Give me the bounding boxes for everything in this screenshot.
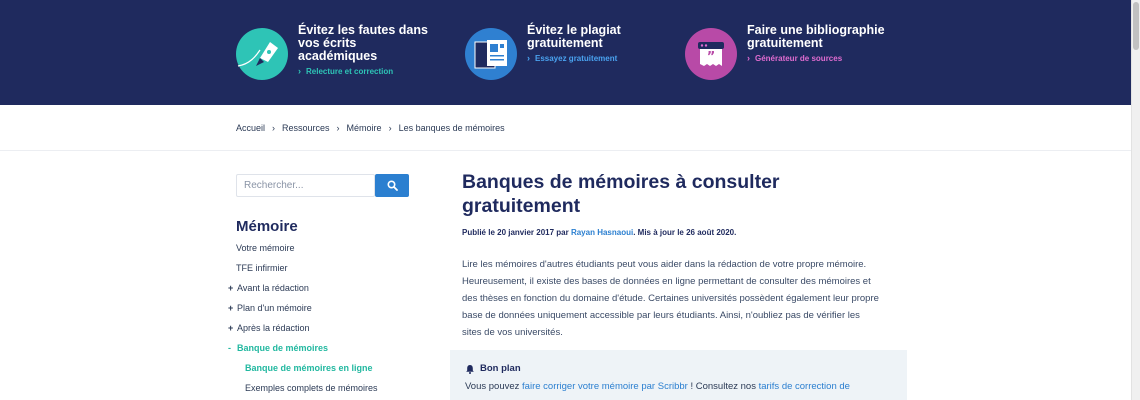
breadcrumb-item-resources[interactable]: Ressources — [282, 123, 330, 133]
chevron-right-icon: › — [747, 53, 750, 63]
correction-link[interactable]: faire corriger votre mémoire par Scribbr — [522, 381, 688, 392]
sidebar-item-plan-memoire[interactable]: + Plan d'un mémoire — [228, 303, 312, 313]
scrollbar-thumb[interactable] — [1133, 2, 1139, 50]
chevron-right-icon: › — [336, 123, 340, 133]
author-link[interactable]: Rayan Hasnaoui — [571, 228, 633, 237]
promo-title: Faire une bibliographie gratuitement — [747, 23, 885, 50]
expand-icon: + — [228, 303, 234, 313]
tip-box: Bon plan Vous pouvez faire corriger votr… — [450, 350, 907, 400]
sidebar-item-tfe-infirmier[interactable]: TFE infirmier — [236, 263, 288, 273]
chevron-right-icon: › — [388, 123, 392, 133]
search-icon — [386, 180, 398, 191]
sidebar-item-apres-redaction[interactable]: + Après la rédaction — [228, 323, 310, 333]
article-intro: Lire les mémoires d'autres étudiants peu… — [462, 259, 879, 338]
promo-citation[interactable]: ” Faire une bibliographie gratuitement ›… — [685, 24, 887, 84]
pricing-link[interactable]: tarifs de correction de — [759, 381, 850, 392]
tip-title: Bon plan — [465, 363, 521, 374]
promo-title: Évitez le plagiat gratuitement — [527, 23, 621, 50]
sidebar-subitem-exemples-memoires[interactable]: Exemples complets de mémoires — [245, 383, 378, 393]
promo-link[interactable]: › Essayez gratuitement — [527, 53, 667, 63]
sidebar-subitem-banque-en-ligne[interactable]: Banque de mémoires en ligne — [245, 363, 373, 373]
collapse-icon: - — [228, 343, 231, 353]
quote-generator-icon: ” — [685, 28, 737, 80]
promo-plagiarism[interactable]: Évitez le plagiat gratuitement › Essayez… — [465, 24, 667, 84]
breadcrumb-item-current: Les banques de mémoires — [398, 123, 505, 133]
chevron-right-icon: › — [527, 53, 530, 63]
sidebar-item-banque-memoires[interactable]: - Banque de mémoires — [228, 343, 328, 353]
document-scan-icon — [465, 28, 517, 80]
promo-title: Évitez les fautes dans vos écrits académ… — [298, 23, 428, 63]
breadcrumb-item-home[interactable]: Accueil — [236, 123, 265, 133]
chevron-right-icon: › — [298, 66, 301, 76]
promo-link[interactable]: › Relecture et correction — [298, 66, 438, 76]
article-meta: Publié le 20 janvier 2017 par Rayan Hasn… — [462, 228, 737, 237]
tip-text: Vous pouvez faire corriger votre mémoire… — [465, 381, 850, 392]
breadcrumb-item-memoire[interactable]: Mémoire — [347, 123, 382, 133]
scrollbar[interactable] — [1131, 0, 1140, 400]
promo-link[interactable]: › Générateur de sources — [747, 53, 887, 63]
sidebar-item-avant-redaction[interactable]: + Avant la rédaction — [228, 283, 309, 293]
page-title: Banques de mémoires à consulter gratuite… — [462, 171, 780, 217]
sidebar-item-votre-memoire[interactable]: Votre mémoire — [236, 243, 295, 253]
chevron-right-icon: › — [272, 123, 276, 133]
expand-icon: + — [228, 283, 234, 293]
breadcrumb-bar: Accueil › Ressources › Mémoire › Les ban… — [0, 105, 1131, 151]
bell-icon — [466, 364, 474, 374]
breadcrumb: Accueil › Ressources › Mémoire › Les ban… — [236, 123, 505, 133]
search-input[interactable] — [236, 174, 375, 197]
sidebar-title: Mémoire — [236, 218, 298, 235]
search-button[interactable] — [375, 174, 409, 197]
expand-icon: + — [228, 323, 234, 333]
svg-text:”: ” — [707, 50, 716, 65]
promo-proofreading[interactable]: Évitez les fautes dans vos écrits académ… — [236, 24, 438, 84]
pen-nib-icon — [236, 28, 288, 80]
top-banner: Évitez les fautes dans vos écrits académ… — [0, 0, 1131, 105]
